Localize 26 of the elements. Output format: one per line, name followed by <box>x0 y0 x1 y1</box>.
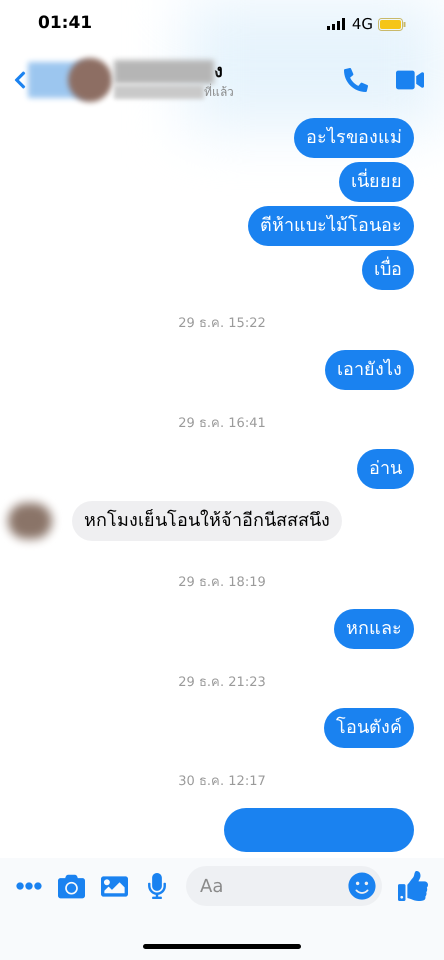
timestamp: 29 ธ.ค. 21:23 <box>178 674 266 692</box>
signal-icon <box>326 18 347 30</box>
sent-message: อะไรของแม่ <box>294 118 414 158</box>
battery-icon <box>378 18 406 30</box>
contact-name: ง <box>214 60 223 84</box>
status-time: 01:41 <box>38 12 92 36</box>
avatar-blur <box>8 503 52 539</box>
camera-button[interactable] <box>58 872 85 900</box>
sent-message: เบื่อ <box>362 250 414 290</box>
avatar-blur <box>68 58 112 102</box>
timestamp: 29 ธ.ค. 15:22 <box>178 315 266 333</box>
received-message: หกโมงเย็นโอนให้จ้าอีกนีสสสนึง <box>72 501 342 541</box>
emoji-icon[interactable] <box>348 872 376 900</box>
sent-message: เอายังไง <box>325 350 414 390</box>
timestamp: 29 ธ.ค. 18:19 <box>178 574 266 592</box>
sent-message: อ่าน <box>357 449 414 489</box>
like-button[interactable] <box>398 871 428 901</box>
sent-message: หกและ <box>334 608 414 648</box>
sent-message: เนี่ยยย <box>339 162 414 202</box>
sent-message: โอนตังค์ <box>324 708 414 748</box>
network-label: 4G <box>352 14 373 35</box>
message-field[interactable]: Aa <box>186 866 382 906</box>
timestamp: 30 ธ.ค. 12:17 <box>178 773 266 791</box>
sent-message: ตีห้าแบะไม้โอนอะ <box>248 206 414 246</box>
active-status: ที่แล้ว <box>204 84 234 100</box>
timestamp: 29 ธ.ค. 16:41 <box>178 414 266 432</box>
